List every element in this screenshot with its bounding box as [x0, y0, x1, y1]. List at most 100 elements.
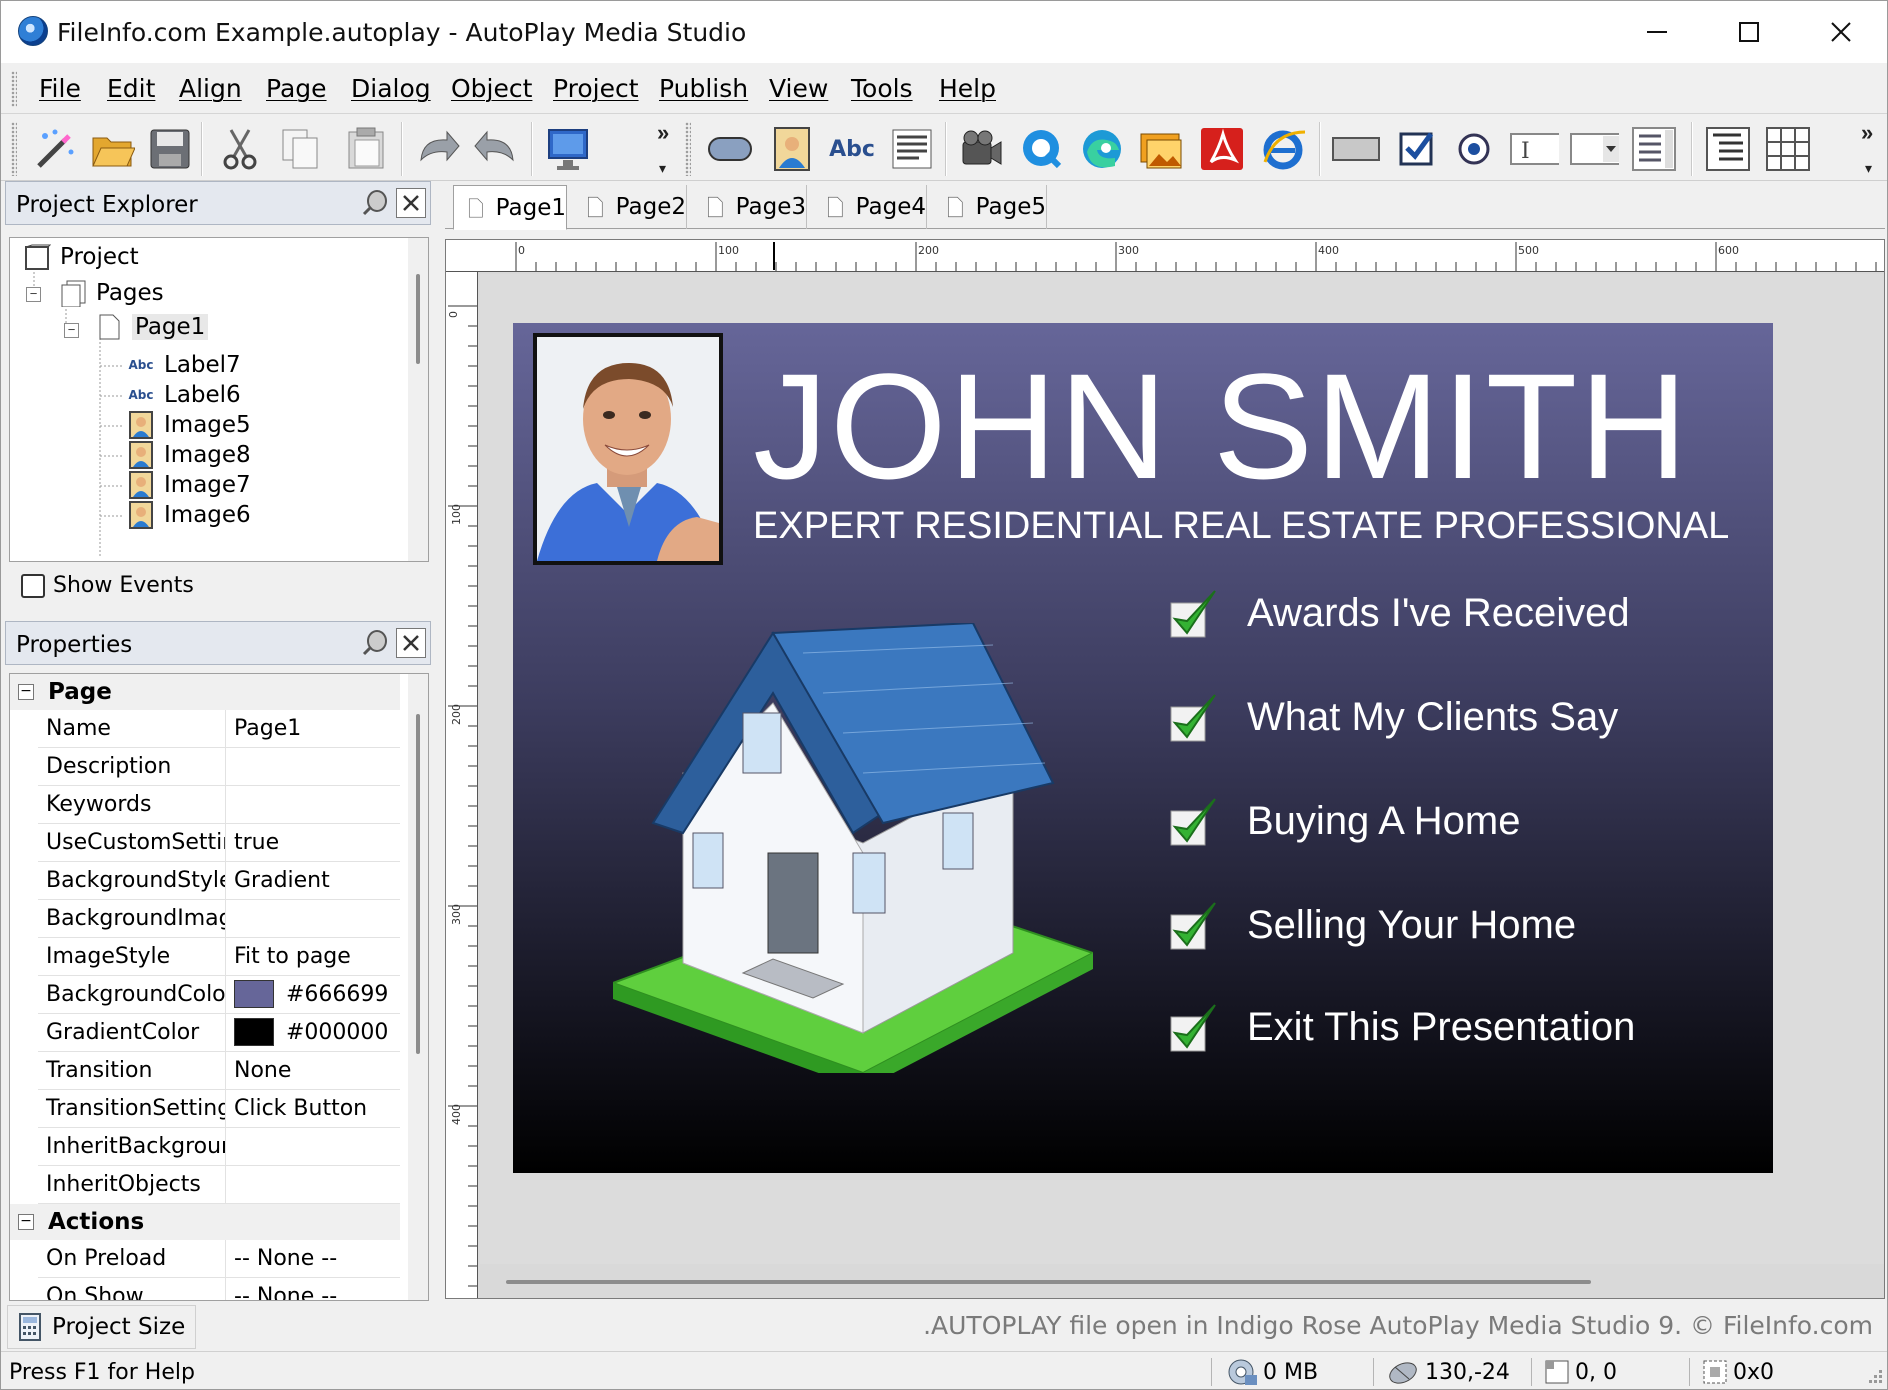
checkbox-object-icon[interactable] — [1393, 124, 1443, 174]
panel-close-icon[interactable] — [396, 188, 426, 218]
property-row[interactable]: InheritObjects — [38, 1166, 400, 1204]
house-image[interactable] — [613, 623, 1093, 1073]
collapse-pages-icon[interactable]: − — [26, 287, 41, 302]
tab-page4[interactable]: Page4 — [813, 185, 927, 229]
menu-publish[interactable]: Publish — [659, 74, 748, 103]
menu-page[interactable]: Page — [266, 74, 327, 103]
property-row[interactable]: InheritBackgrour — [38, 1128, 400, 1166]
menu-link-selling[interactable]: Selling Your Home — [1163, 895, 1576, 955]
resize-grip-icon[interactable] — [1865, 1368, 1883, 1386]
property-row[interactable]: Keywords — [38, 786, 400, 824]
tree-item-project[interactable]: Project — [22, 240, 139, 274]
preview-icon[interactable] — [543, 124, 593, 174]
textbox-object-icon[interactable]: I — [1509, 124, 1559, 174]
toolbar-overflow-chevron-icon[interactable]: » — [657, 120, 669, 146]
property-row[interactable]: On Show -- None -- — [38, 1278, 400, 1300]
project-tree[interactable]: − − Project Pages Page1 Abc Label7 Abc L… — [9, 237, 429, 562]
property-value[interactable]: #000000 — [228, 1014, 400, 1051]
menu-tools[interactable]: Tools — [851, 74, 913, 103]
property-row[interactable]: UseCustomSettin true — [38, 824, 400, 862]
menu-object[interactable]: Object — [451, 74, 532, 103]
tree-item-image8[interactable]: Image8 — [126, 438, 251, 472]
menu-link-clients[interactable]: What My Clients Say — [1163, 687, 1618, 747]
combobox-object-icon[interactable] — [1569, 124, 1619, 174]
property-row[interactable]: BackgroundImag — [38, 900, 400, 938]
property-value[interactable]: Gradient — [228, 862, 400, 899]
collapse-group-icon[interactable]: − — [18, 1214, 34, 1230]
label-object-icon[interactable]: Abc — [827, 124, 877, 174]
property-row[interactable]: GradientColor #000000 — [38, 1014, 400, 1052]
property-value[interactable]: -- None -- — [228, 1278, 400, 1300]
save-icon[interactable] — [145, 124, 195, 174]
property-row[interactable]: ImageStyle Fit to page — [38, 938, 400, 976]
toolbar-overflow-chevron-icon-2[interactable]: » — [1861, 120, 1873, 146]
paste-icon[interactable] — [341, 124, 391, 174]
menu-help[interactable]: Help — [939, 74, 996, 103]
tree-object-icon[interactable] — [1703, 124, 1753, 174]
tree-item-image5[interactable]: Image5 — [126, 408, 251, 442]
open-folder-icon[interactable] — [87, 124, 137, 174]
explorer-scrollbar[interactable] — [408, 238, 428, 561]
paragraph-object-icon[interactable] — [887, 124, 937, 174]
cut-icon[interactable] — [215, 124, 265, 174]
tree-item-image7[interactable]: Image7 — [126, 468, 251, 502]
pdf-object-icon[interactable] — [1197, 124, 1247, 174]
tree-item-label6[interactable]: Abc Label6 — [126, 378, 241, 412]
color-swatch[interactable] — [234, 1018, 274, 1046]
design-horizontal-scrollbar[interactable] — [506, 1280, 1591, 1284]
collapse-page1-icon[interactable]: − — [64, 323, 79, 338]
property-value[interactable] — [228, 1128, 400, 1165]
agent-subtitle[interactable]: EXPERT RESIDENTIAL REAL ESTATE PROFESSIO… — [753, 505, 1729, 548]
web-object-icon[interactable] — [1077, 124, 1127, 174]
quicktime-object-icon[interactable] — [1017, 124, 1067, 174]
agent-photo[interactable] — [533, 333, 723, 565]
panel-close-icon[interactable] — [396, 628, 426, 658]
tree-item-pages[interactable]: Pages — [58, 276, 164, 310]
page-canvas[interactable]: JOHN SMITH EXPERT RESIDENTIAL REAL ESTAT… — [513, 323, 1773, 1173]
collapse-group-icon[interactable]: − — [18, 684, 34, 700]
property-row[interactable]: BackgroundStyle Gradient — [38, 862, 400, 900]
wizard-icon[interactable] — [29, 124, 79, 174]
menu-link-buying[interactable]: Buying A Home — [1163, 791, 1521, 851]
property-value[interactable] — [228, 1166, 400, 1203]
property-group-page[interactable]: − Page — [10, 674, 400, 710]
property-value[interactable]: #666699 — [228, 976, 400, 1013]
project-size-button[interactable]: Project Size — [7, 1305, 197, 1349]
property-value[interactable]: Click Button — [228, 1090, 400, 1127]
tab-page5[interactable]: Page5 — [933, 185, 1047, 229]
property-row[interactable]: TransitionSetting Click Button — [38, 1090, 400, 1128]
tab-page1[interactable]: Page1 — [453, 185, 567, 230]
copy-icon[interactable] — [275, 124, 325, 174]
menu-align[interactable]: Align — [179, 74, 242, 103]
tab-page3[interactable]: Page3 — [693, 185, 807, 229]
property-row[interactable]: Description — [38, 748, 400, 786]
property-row[interactable]: On Preload -- None -- — [38, 1240, 400, 1278]
tree-item-label7[interactable]: Abc Label7 — [126, 348, 241, 382]
properties-scrollbar[interactable] — [408, 674, 428, 1300]
property-value[interactable]: true — [228, 824, 400, 861]
toolbar-grip[interactable] — [685, 122, 691, 176]
radio-object-icon[interactable] — [1449, 124, 1499, 174]
property-value[interactable]: None — [228, 1052, 400, 1089]
menu-file[interactable]: File — [39, 74, 81, 103]
toolbar-dropdown-icon-2[interactable]: ▾ — [1865, 160, 1872, 177]
properties-scroll-thumb[interactable] — [416, 714, 420, 1054]
menu-edit[interactable]: Edit — [107, 74, 155, 103]
toolbar-dropdown-icon[interactable]: ▾ — [659, 160, 666, 177]
grid-object-icon[interactable] — [1763, 124, 1813, 174]
property-grid[interactable]: − Page Name Page1 Description Keywords Us… — [9, 673, 429, 1301]
redo-icon[interactable] — [471, 124, 521, 174]
menu-link-exit[interactable]: Exit This Presentation — [1163, 997, 1635, 1057]
toolbar-grip[interactable] — [11, 122, 17, 176]
show-events-toggle[interactable]: Show Events — [21, 573, 194, 598]
image-object-icon[interactable] — [767, 124, 817, 174]
property-value[interactable] — [228, 748, 400, 785]
slideshow-object-icon[interactable] — [1137, 124, 1187, 174]
menu-project[interactable]: Project — [553, 74, 639, 103]
video-object-icon[interactable] — [957, 124, 1007, 174]
menu-link-awards[interactable]: Awards I've Received — [1163, 583, 1630, 643]
property-row[interactable]: Transition None — [38, 1052, 400, 1090]
show-events-checkbox[interactable] — [21, 573, 45, 598]
input-object-icon[interactable] — [1331, 124, 1381, 174]
property-value[interactable]: -- None -- — [228, 1240, 400, 1277]
